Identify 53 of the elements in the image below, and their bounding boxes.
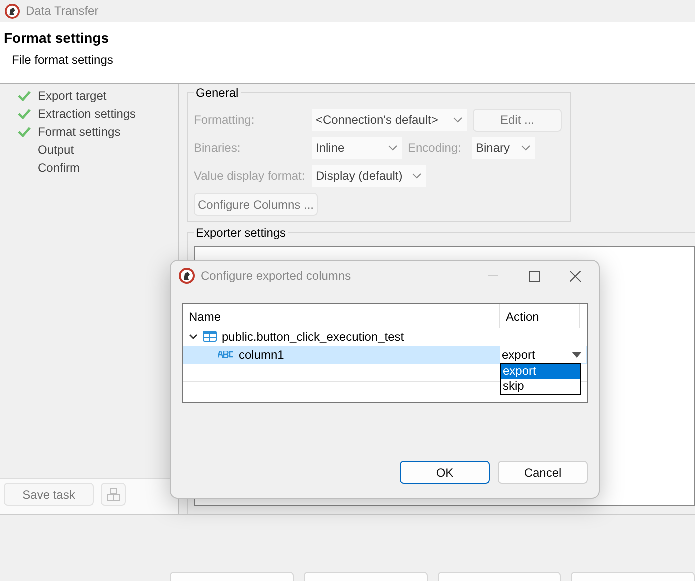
tree-item-label: public.button_click_execution_test <box>222 330 404 344</box>
chevron-down-icon <box>412 173 422 179</box>
check-icon <box>18 109 31 119</box>
wizard-button[interactable] <box>170 572 294 581</box>
text-column-icon <box>218 351 234 358</box>
chevron-down-icon[interactable] <box>189 334 198 340</box>
field-label: Formatting: <box>194 113 256 127</box>
tree-row[interactable]: public.button_click_execution_test <box>183 328 587 346</box>
wizard-step[interactable]: Export target <box>38 89 107 103</box>
column-header[interactable]: Name <box>183 304 500 328</box>
edit-button[interactable]: Edit ... <box>473 108 562 132</box>
maximize-icon[interactable] <box>529 270 540 282</box>
chevron-down-icon <box>388 145 398 151</box>
wizard-step[interactable]: Confirm <box>38 161 80 175</box>
group-title: Exporter settings <box>194 226 288 240</box>
field-label: Encoding: <box>408 141 462 155</box>
tree-item-label: column1 <box>239 348 284 362</box>
wizard-step[interactable]: Output <box>38 143 74 157</box>
chevron-down-icon <box>453 117 463 123</box>
wizard-button[interactable] <box>304 572 428 581</box>
group-title: General <box>194 86 241 100</box>
field-label: Value display format: <box>194 169 306 183</box>
boxes-icon <box>106 488 120 502</box>
column-header[interactable]: Action <box>500 304 580 328</box>
chevron-down-icon <box>521 145 531 151</box>
app-logo-icon <box>5 4 20 18</box>
dropdown-arrow-icon <box>572 352 582 358</box>
wizard-button[interactable] <box>571 572 695 581</box>
field-label: Binaries: <box>194 141 242 155</box>
value-format-combo[interactable]: Display (default) <box>312 165 426 187</box>
ok-button[interactable]: OK <box>400 461 490 484</box>
tree-row[interactable]: column1 export <box>183 346 587 364</box>
cancel-button[interactable]: Cancel <box>498 461 588 484</box>
configure-columns-button[interactable]: Configure Columns ... <box>194 193 318 216</box>
close-icon[interactable] <box>570 270 581 282</box>
check-icon <box>18 127 31 137</box>
formatting-combo[interactable]: <Connection's default> <box>312 109 467 131</box>
page-title: Format settings <box>4 30 110 46</box>
wizard-step[interactable]: Extraction settings <box>38 107 136 121</box>
task-icon-button[interactable] <box>101 483 126 506</box>
page-subtitle: File format settings <box>12 53 114 67</box>
window-title: Data Transfer <box>26 4 99 18</box>
save-task-button[interactable]: Save task <box>4 483 94 506</box>
binaries-combo[interactable]: Inline <box>312 137 402 159</box>
encoding-combo[interactable]: Binary <box>472 137 535 159</box>
wizard-button[interactable] <box>438 572 562 581</box>
dialog-title: Configure exported columns <box>201 269 352 283</box>
action-combo[interactable]: export <box>500 346 586 363</box>
table-icon <box>203 331 217 342</box>
check-icon <box>18 91 31 101</box>
app-logo-icon <box>179 268 195 284</box>
wizard-step[interactable]: Format settings <box>38 125 121 139</box>
dropdown-option[interactable]: export <box>501 364 580 379</box>
